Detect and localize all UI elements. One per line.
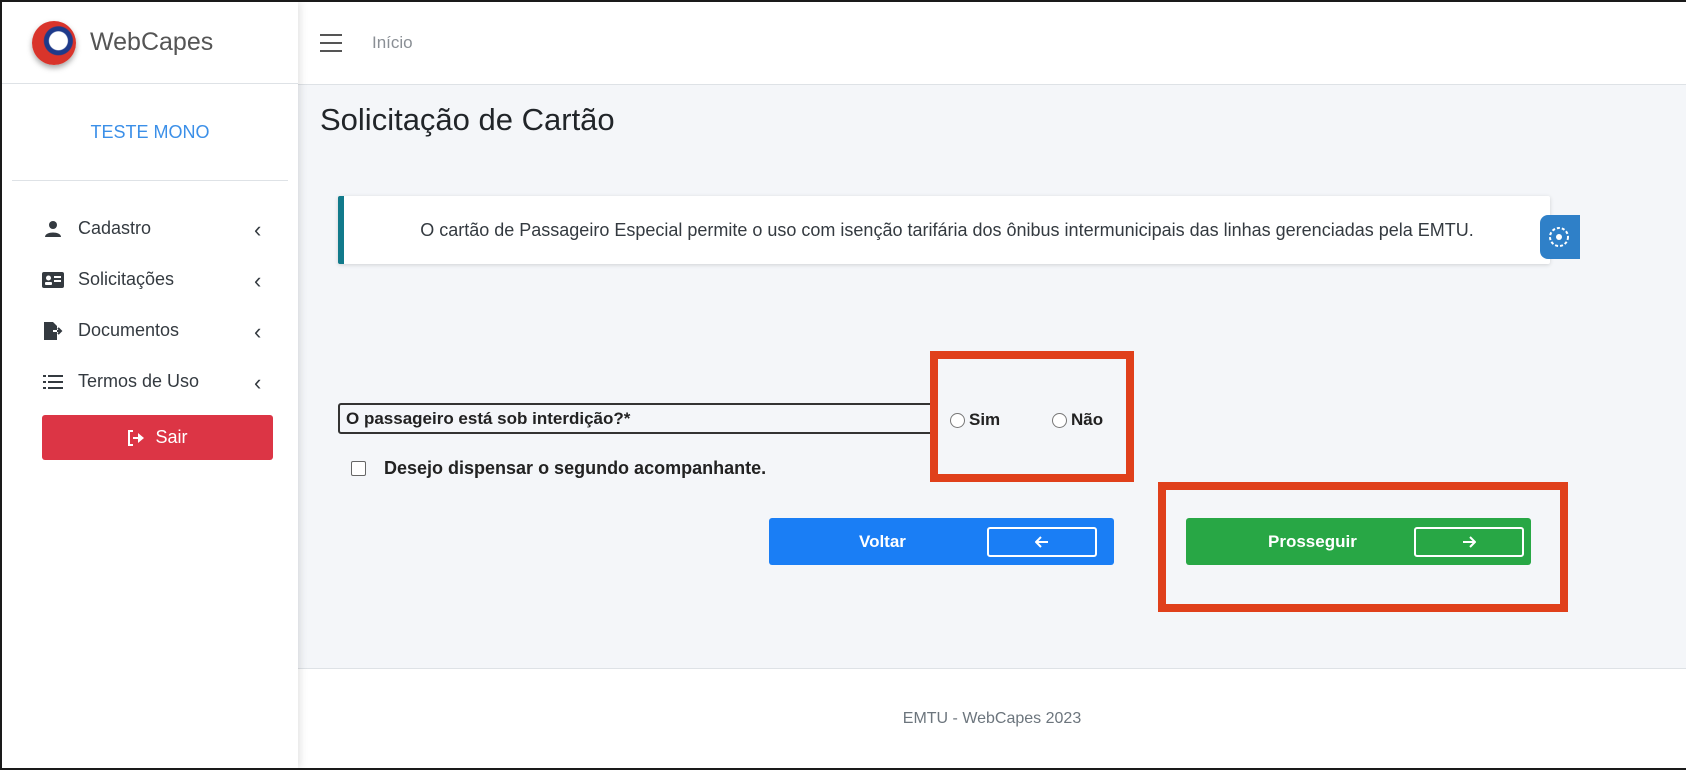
radio-circle[interactable] bbox=[950, 412, 965, 428]
user-panel: TESTE MONO bbox=[12, 84, 288, 181]
radio-nao[interactable]: Não bbox=[1052, 410, 1103, 430]
sidebar-nav: Cadastro ‹ Solicitações ‹ Documentos ‹ T… bbox=[2, 203, 298, 407]
dispense-companion-row: Desejo dispensar o segundo acompanhante. bbox=[351, 458, 766, 479]
callout-text: O cartão de Passageiro Especial permite … bbox=[420, 219, 1474, 240]
sidebar-item-label: Termos de Uso bbox=[78, 371, 200, 391]
menu-toggle-icon[interactable] bbox=[320, 34, 342, 52]
sidebar-item-documentos[interactable]: Documentos ‹ bbox=[2, 305, 298, 356]
brand[interactable]: WebCapes bbox=[2, 2, 298, 84]
back-button[interactable]: Voltar bbox=[769, 518, 1114, 565]
id-card-icon bbox=[42, 270, 64, 290]
sidebar: WebCapes TESTE MONO Cadastro ‹ Solicitaç… bbox=[2, 2, 298, 768]
radio-sim-label: Sim bbox=[969, 410, 1001, 429]
dispense-companion-label[interactable]: Desejo dispensar o segundo acompanhante. bbox=[384, 458, 766, 479]
sidebar-item-label: Documentos bbox=[78, 320, 180, 340]
radio-sim[interactable]: Sim bbox=[950, 410, 1000, 430]
footer: EMTU - WebCapes 2023 bbox=[298, 668, 1686, 768]
app-frame: WebCapes TESTE MONO Cadastro ‹ Solicitaç… bbox=[0, 0, 1686, 770]
chevron-left-icon: ‹ bbox=[254, 268, 262, 293]
interdiction-question-label: O passageiro está sob interdição?* bbox=[338, 403, 938, 434]
sidebar-item-label: Solicitações bbox=[78, 269, 175, 289]
proceed-button[interactable]: Prosseguir bbox=[1186, 518, 1531, 565]
file-export-icon bbox=[42, 321, 64, 341]
breadcrumb-home-link[interactable]: Início bbox=[372, 33, 413, 53]
radio-nao-label: Não bbox=[1071, 410, 1104, 429]
info-callout: O cartão de Passageiro Especial permite … bbox=[338, 196, 1550, 264]
logout-button[interactable]: Sair bbox=[42, 415, 273, 460]
proceed-button-label: Prosseguir bbox=[1268, 531, 1357, 551]
radio-circle[interactable] bbox=[1052, 412, 1067, 428]
page-title: Solicitação de Cartão bbox=[320, 102, 615, 137]
arrow-left-icon bbox=[987, 526, 1097, 557]
sidebar-item-termos[interactable]: Termos de Uso ‹ bbox=[2, 356, 298, 407]
webcapes-logo-icon bbox=[32, 20, 76, 65]
dispense-companion-checkbox[interactable] bbox=[351, 461, 366, 476]
brand-name: WebCapes bbox=[90, 28, 214, 56]
chevron-left-icon: ‹ bbox=[254, 217, 262, 242]
top-navbar: Início bbox=[298, 2, 1686, 85]
footer-text: EMTU - WebCapes 2023 bbox=[902, 710, 1082, 727]
sidebar-item-solicitacoes[interactable]: Solicitações ‹ bbox=[2, 254, 298, 305]
back-button-label: Voltar bbox=[859, 531, 906, 551]
list-icon bbox=[42, 372, 64, 392]
chevron-left-icon: ‹ bbox=[254, 319, 262, 344]
sidebar-item-cadastro[interactable]: Cadastro ‹ bbox=[2, 203, 298, 254]
accessibility-widget-icon[interactable] bbox=[1540, 215, 1580, 259]
arrow-right-icon bbox=[1414, 526, 1524, 557]
logout-label: Sair bbox=[155, 427, 188, 447]
user-name[interactable]: TESTE MONO bbox=[90, 122, 209, 143]
user-icon bbox=[42, 219, 64, 239]
chevron-left-icon: ‹ bbox=[254, 370, 262, 395]
sidebar-item-label: Cadastro bbox=[78, 218, 152, 238]
sign-out-icon bbox=[127, 429, 145, 446]
